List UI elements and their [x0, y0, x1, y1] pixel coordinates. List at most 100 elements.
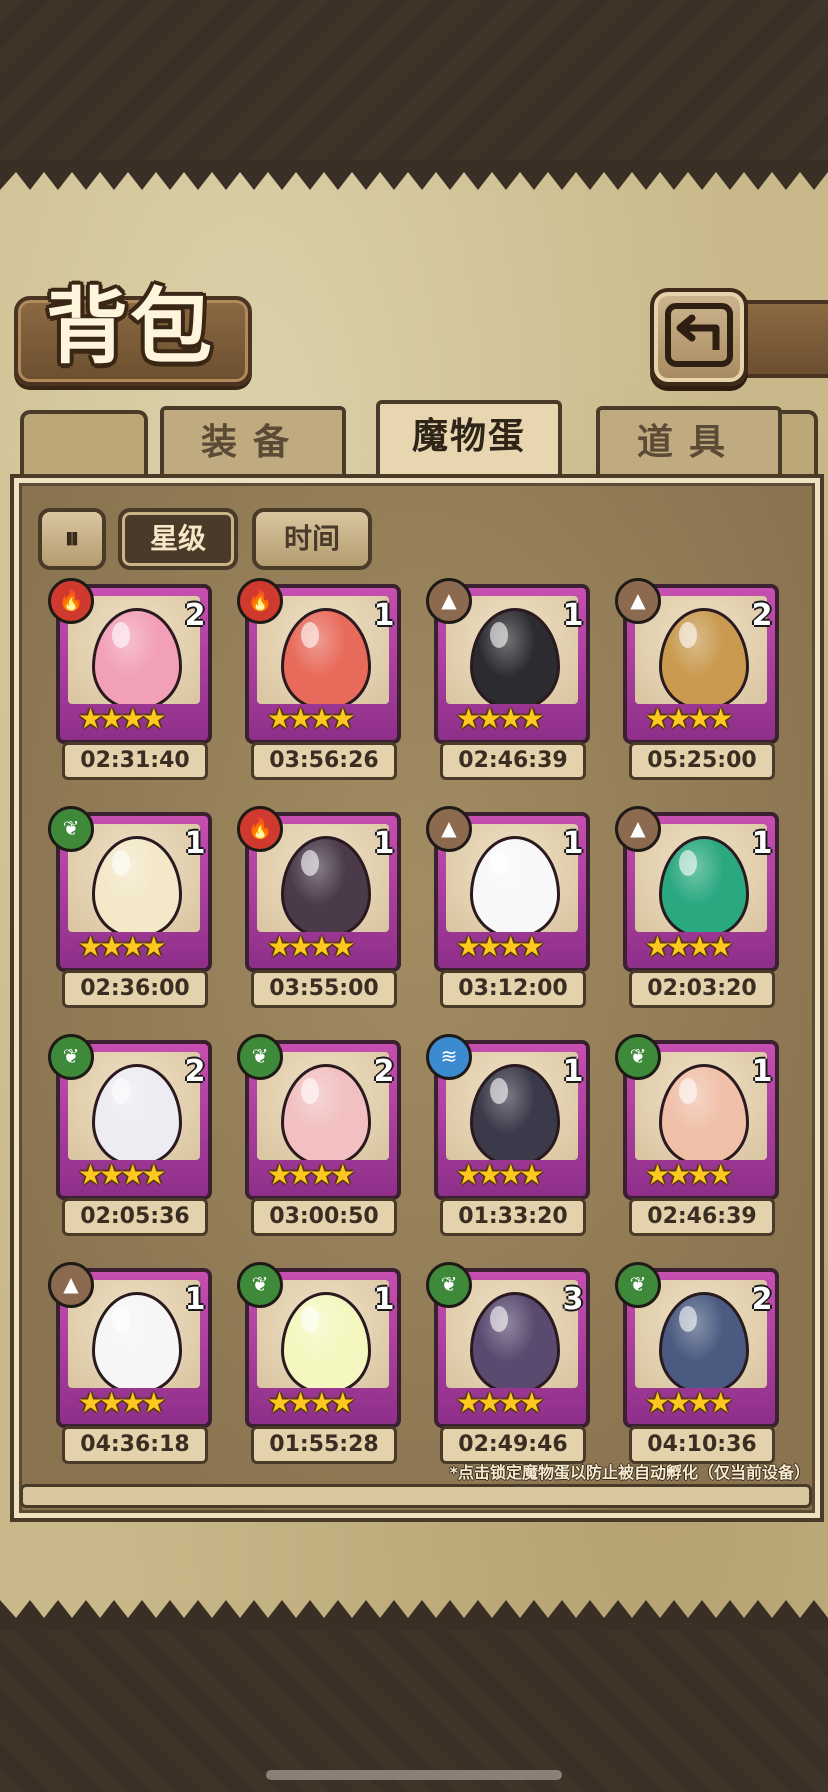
- hatch-timer: 03:00:50: [251, 1198, 397, 1236]
- egg-card[interactable]: ★★★★ 1 ❦ 02:36:00: [48, 806, 216, 1008]
- egg-shine: [301, 1306, 319, 1332]
- element-fire-icon: 🔥: [237, 806, 283, 852]
- monster-egg-icon: [659, 836, 749, 932]
- element-earth-icon: ▲: [426, 578, 472, 624]
- top-zigzag-border: [0, 160, 828, 190]
- egg-card[interactable]: ★★★★ 1 ❦ 02:46:39: [615, 1034, 783, 1236]
- star-rating: ★★★★: [78, 1158, 166, 1191]
- egg-shine: [301, 850, 319, 876]
- star-rating: ★★★★: [456, 930, 544, 963]
- element-grass-icon: ❦: [426, 1262, 472, 1308]
- sort-by-time-button[interactable]: 时间: [252, 508, 372, 570]
- egg-shine: [679, 850, 697, 876]
- star-rating: ★★★★: [456, 1158, 544, 1191]
- tab-side-left: [20, 410, 148, 474]
- egg-count: 2: [751, 1282, 773, 1317]
- lock-hint-text: *点击锁定魔物蛋以防止被自动孵化（仅当前设备）: [449, 1463, 810, 1482]
- element-earth-icon: ▲: [615, 578, 661, 624]
- egg-card[interactable]: ★★★★ 1 ❦ 01:55:28: [237, 1262, 405, 1464]
- monster-egg-icon: [92, 608, 182, 704]
- egg-shine: [490, 1078, 508, 1104]
- egg-count: 3: [562, 1282, 584, 1317]
- monster-egg-icon: [659, 1064, 749, 1160]
- element-earth-icon: ▲: [426, 806, 472, 852]
- tab-items[interactable]: 道具: [596, 406, 782, 476]
- star-rating: ★★★★: [78, 1386, 166, 1419]
- monster-egg-icon: [470, 1064, 560, 1160]
- page-title: 背包: [46, 280, 215, 375]
- egg-count: 1: [184, 826, 206, 861]
- egg-shine: [112, 1306, 130, 1332]
- hatch-timer: 01:33:20: [440, 1198, 586, 1236]
- star-rating: ★★★★: [78, 702, 166, 735]
- element-water-icon: ≋: [426, 1034, 472, 1080]
- home-indicator[interactable]: [266, 1770, 562, 1780]
- sort-order-toggle[interactable]: ⏸: [38, 508, 106, 570]
- star-rating: ★★★★: [645, 702, 733, 735]
- egg-shine: [490, 1306, 508, 1332]
- hatch-timer: 02:49:46: [440, 1426, 586, 1464]
- back-button[interactable]: [650, 288, 748, 386]
- egg-card[interactable]: ★★★★ 1 🔥 03:56:26: [237, 578, 405, 780]
- star-rating: ★★★★: [645, 930, 733, 963]
- egg-card[interactable]: ★★★★ 1 🔥 03:55:00: [237, 806, 405, 1008]
- hatch-timer: 03:12:00: [440, 970, 586, 1008]
- top-background: [0, 0, 828, 160]
- egg-count: 1: [751, 1054, 773, 1089]
- hatch-timer: 02:46:39: [629, 1198, 775, 1236]
- egg-card[interactable]: ★★★★ 1 ▲ 04:36:18: [48, 1262, 216, 1464]
- element-grass-icon: ❦: [237, 1262, 283, 1308]
- sort-by-star-button[interactable]: 星级: [118, 508, 238, 570]
- element-grass-icon: ❦: [615, 1034, 661, 1080]
- egg-card[interactable]: ★★★★ 1 ▲ 02:46:39: [426, 578, 594, 780]
- hatch-timer: 02:05:36: [62, 1198, 208, 1236]
- tab-equipment[interactable]: 装备: [160, 406, 346, 476]
- monster-egg-icon: [281, 1064, 371, 1160]
- star-rating: ★★★★: [456, 702, 544, 735]
- egg-shine: [301, 1078, 319, 1104]
- egg-card[interactable]: ★★★★ 2 🔥 02:31:40: [48, 578, 216, 780]
- egg-count: 2: [184, 598, 206, 633]
- egg-count: 2: [751, 598, 773, 633]
- monster-egg-icon: [659, 608, 749, 704]
- monster-egg-icon: [281, 836, 371, 932]
- bottom-background: [0, 1630, 828, 1792]
- element-earth-icon: ▲: [615, 806, 661, 852]
- element-grass-icon: ❦: [48, 806, 94, 852]
- egg-card[interactable]: ★★★★ 1 ▲ 03:12:00: [426, 806, 594, 1008]
- monster-egg-icon: [92, 1064, 182, 1160]
- element-fire-icon: 🔥: [237, 578, 283, 624]
- element-grass-icon: ❦: [615, 1262, 661, 1308]
- egg-count: 1: [184, 1282, 206, 1317]
- hatch-timer: 03:55:00: [251, 970, 397, 1008]
- star-rating: ★★★★: [456, 1386, 544, 1419]
- bottom-zigzag-border: [0, 1600, 828, 1630]
- element-grass-icon: ❦: [237, 1034, 283, 1080]
- egg-shine: [112, 1078, 130, 1104]
- star-rating: ★★★★: [267, 930, 355, 963]
- hatch-timer: 05:25:00: [629, 742, 775, 780]
- hatch-timer: 01:55:28: [251, 1426, 397, 1464]
- star-rating: ★★★★: [267, 1158, 355, 1191]
- egg-count: 1: [562, 826, 584, 861]
- tab-monster-eggs[interactable]: 魔物蛋: [376, 400, 562, 484]
- return-arrow-icon: [665, 303, 733, 367]
- egg-card[interactable]: ★★★★ 3 ❦ 02:49:46: [426, 1262, 594, 1464]
- egg-count: 1: [562, 598, 584, 633]
- egg-shine: [679, 1078, 697, 1104]
- egg-card[interactable]: ★★★★ 2 ❦ 04:10:36: [615, 1262, 783, 1464]
- monster-egg-icon: [470, 1292, 560, 1388]
- panel-bottom-rail: [20, 1484, 812, 1508]
- element-earth-icon: ▲: [48, 1262, 94, 1308]
- egg-shine: [490, 622, 508, 648]
- egg-card[interactable]: ★★★★ 2 ❦ 03:00:50: [237, 1034, 405, 1236]
- element-fire-icon: 🔥: [48, 578, 94, 624]
- egg-card[interactable]: ★★★★ 2 ▲ 05:25:00: [615, 578, 783, 780]
- egg-card[interactable]: ★★★★ 2 ❦ 02:05:36: [48, 1034, 216, 1236]
- egg-shine: [679, 622, 697, 648]
- hatch-timer: 02:36:00: [62, 970, 208, 1008]
- egg-card[interactable]: ★★★★ 1 ≋ 01:33:20: [426, 1034, 594, 1236]
- egg-card[interactable]: ★★★★ 1 ▲ 02:03:20: [615, 806, 783, 1008]
- egg-count: 2: [373, 1054, 395, 1089]
- monster-egg-icon: [92, 836, 182, 932]
